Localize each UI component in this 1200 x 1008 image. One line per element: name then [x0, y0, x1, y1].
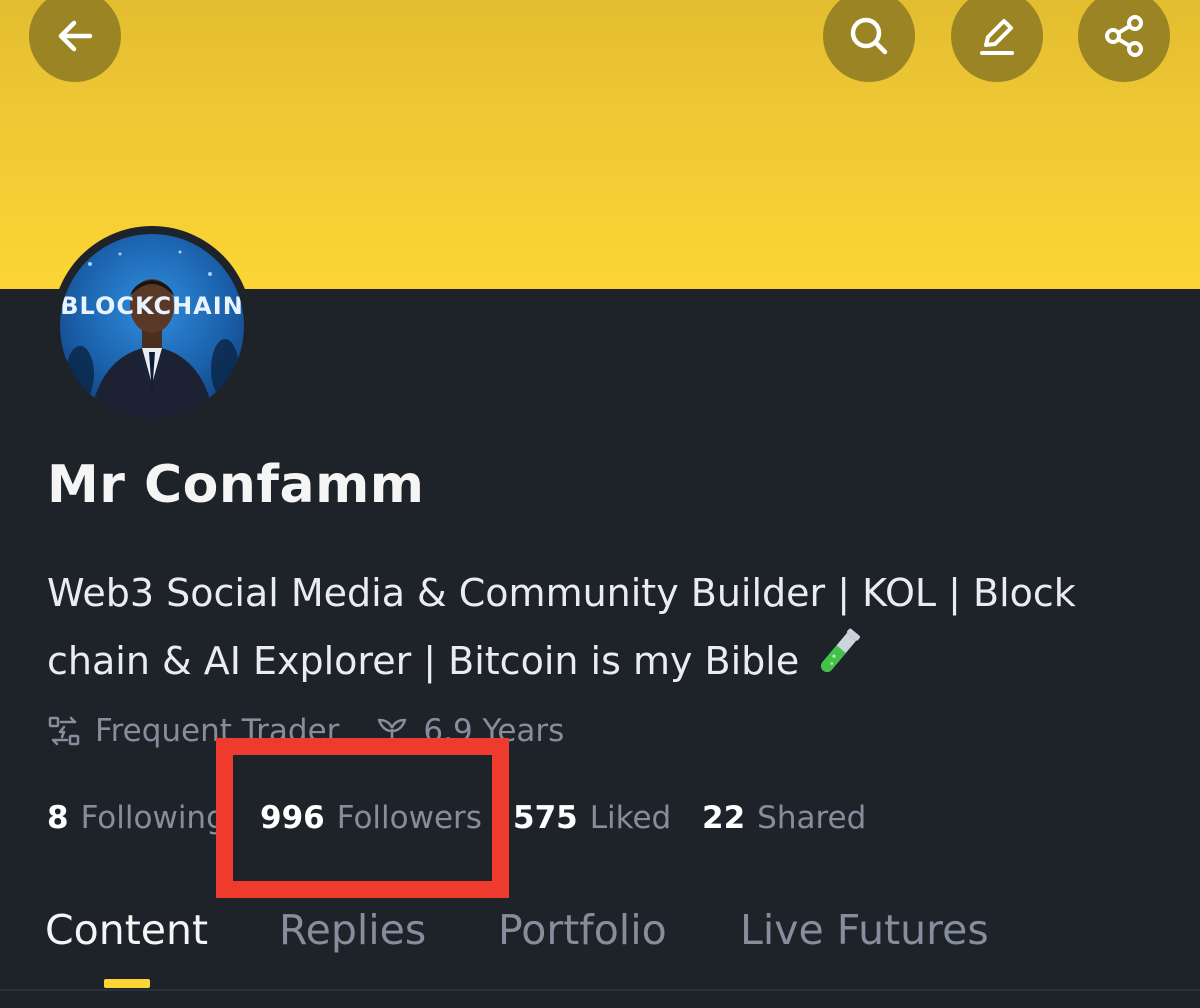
followers-count[interactable]: 996 Followers	[260, 800, 482, 836]
following-count[interactable]: 8 Following	[47, 800, 260, 836]
tabs-divider	[0, 989, 1200, 991]
stat-value: 996	[260, 800, 325, 836]
liked-count[interactable]: 575 Liked	[513, 800, 671, 836]
sprout-icon	[378, 718, 407, 748]
badge-label: 6.9 Years	[423, 713, 565, 749]
avatar-text: BLOCKCHAIN	[60, 292, 244, 320]
profile-bio: Web3 Social Media & Community Builder | …	[47, 562, 1167, 692]
stat-label: Shared	[757, 800, 867, 836]
profile-badges: Frequent Trader 6.9 Years	[47, 708, 600, 754]
active-tab-indicator	[104, 979, 150, 988]
profile-tabs: Content Replies Portfolio Live Futures	[0, 900, 1200, 992]
pencil-icon	[980, 19, 1014, 55]
stat-label: Following	[80, 800, 226, 836]
search-icon	[850, 17, 888, 55]
profile-name: Mr Confamm	[47, 455, 425, 515]
stat-value: 22	[702, 800, 746, 836]
arrow-left-icon	[58, 20, 93, 52]
stat-value: 8	[47, 800, 69, 836]
stat-label: Followers	[336, 800, 482, 836]
share-icon	[1105, 15, 1143, 57]
tab-content[interactable]: Content	[45, 906, 208, 954]
test-tube-icon	[821, 628, 861, 673]
avatar-picture	[66, 250, 239, 418]
tab-portfolio[interactable]: Portfolio	[498, 906, 667, 954]
stat-label: Liked	[589, 800, 672, 836]
badge-label: Frequent Trader	[95, 713, 340, 749]
trade-icon	[48, 716, 80, 746]
shared-count[interactable]: 22 Shared	[702, 800, 866, 836]
avatar: BLOCKCHAIN	[60, 234, 244, 418]
badge-account-age: 6.9 Years	[375, 713, 564, 749]
tab-live-futures[interactable]: Live Futures	[740, 906, 989, 954]
bio-text: Web3 Social Media & Community Builder | …	[47, 571, 1076, 683]
stat-value: 575	[513, 800, 578, 836]
avatar-frame[interactable]: BLOCKCHAIN	[52, 226, 252, 426]
badge-frequent-trader: Frequent Trader	[47, 713, 339, 749]
tab-replies[interactable]: Replies	[279, 906, 426, 954]
profile-stats: 8 Following 996 Followers 575 Liked 22 S…	[47, 795, 866, 841]
